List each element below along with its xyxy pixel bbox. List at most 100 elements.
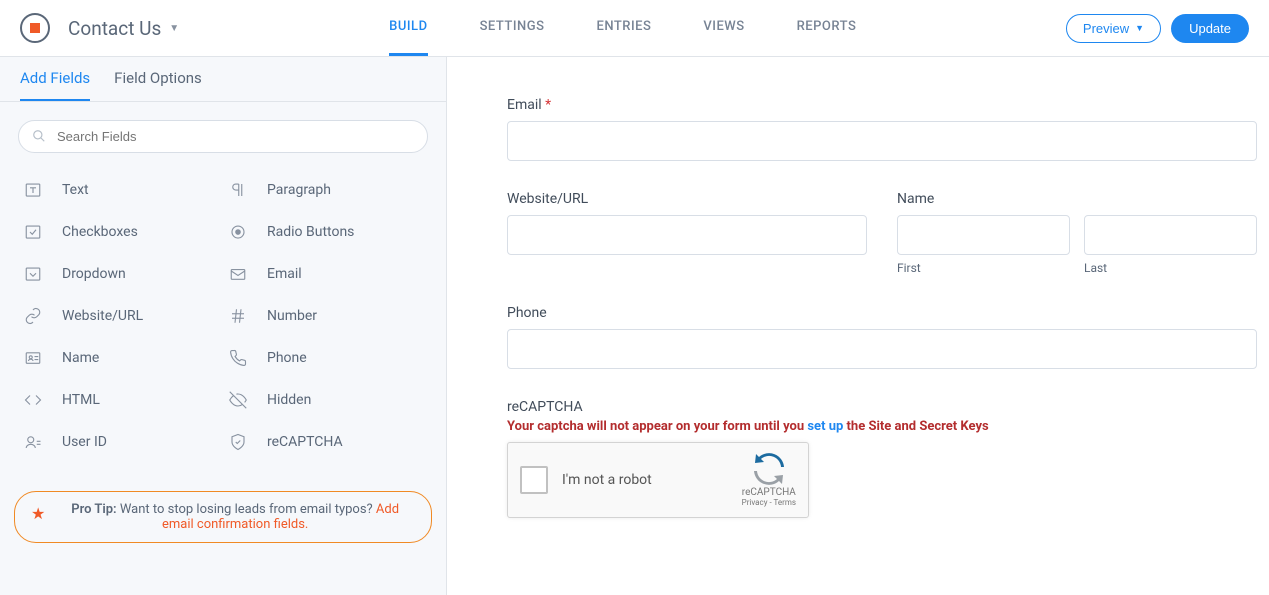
search-icon xyxy=(32,129,46,143)
checkbox-icon xyxy=(22,223,44,241)
pro-tip-text: Pro Tip: Want to stop losing leads from … xyxy=(55,502,415,532)
name-first-input[interactable] xyxy=(897,215,1070,255)
chevron-down-icon[interactable]: ▼ xyxy=(169,23,179,34)
field-label: Checkboxes xyxy=(62,224,138,240)
email-icon xyxy=(227,265,249,283)
form-canvas: Email * Website/URL Name First xyxy=(447,57,1269,595)
field-dropdown[interactable]: Dropdown xyxy=(18,253,223,295)
hidden-icon xyxy=(227,391,249,409)
form-field-website[interactable]: Website/URL xyxy=(507,191,867,275)
user-icon xyxy=(22,433,44,451)
search-input[interactable] xyxy=(18,120,428,153)
fields-grid: Text Paragraph Checkboxes Radio Buttons … xyxy=(0,163,446,469)
name-last-wrap: Last xyxy=(1084,215,1257,275)
form-field-phone[interactable]: Phone xyxy=(507,305,1259,369)
warning-text-after: the Site and Secret Keys xyxy=(843,419,988,434)
field-phone[interactable]: Phone xyxy=(223,337,428,379)
website-input[interactable] xyxy=(507,215,867,255)
field-recaptcha[interactable]: reCAPTCHA xyxy=(223,421,428,463)
email-input[interactable] xyxy=(507,121,1257,161)
recaptcha-brand: reCAPTCHA xyxy=(742,487,796,498)
shield-icon xyxy=(227,433,249,451)
header: Contact Us ▼ BUILD SETTINGS ENTRIES VIEW… xyxy=(0,0,1269,57)
required-mark: * xyxy=(545,97,551,113)
main: Add Fields Field Options Text Paragraph … xyxy=(0,57,1269,595)
phone-icon xyxy=(227,349,249,367)
field-label: Text xyxy=(62,182,89,198)
number-icon xyxy=(227,307,249,325)
phone-label: Phone xyxy=(507,305,1259,321)
field-row: Website/URL Name First Last xyxy=(507,191,1257,305)
dropdown-icon xyxy=(22,265,44,283)
field-label: Name xyxy=(62,350,99,366)
name-label: Name xyxy=(897,191,1257,207)
name-icon xyxy=(22,349,44,367)
sidebar: Add Fields Field Options Text Paragraph … xyxy=(0,57,447,595)
preview-label: Preview xyxy=(1083,21,1129,36)
app-logo[interactable] xyxy=(20,13,50,43)
label-text: Email xyxy=(507,97,542,113)
tab-add-fields[interactable]: Add Fields xyxy=(20,69,90,101)
nav-build[interactable]: BUILD xyxy=(389,0,427,56)
email-label: Email * xyxy=(507,97,1259,113)
field-label: HTML xyxy=(62,392,100,408)
field-label: Paragraph xyxy=(267,182,331,198)
search-wrap xyxy=(0,102,446,163)
name-group: First Last xyxy=(897,215,1257,275)
nav-entries[interactable]: ENTRIES xyxy=(596,0,651,56)
pro-tip-label: Pro Tip: xyxy=(71,502,116,517)
tab-field-options[interactable]: Field Options xyxy=(114,69,202,101)
field-userid[interactable]: User ID xyxy=(18,421,223,463)
field-radio[interactable]: Radio Buttons xyxy=(223,211,428,253)
field-name[interactable]: Name xyxy=(18,337,223,379)
nav-settings[interactable]: SETTINGS xyxy=(480,0,545,56)
header-actions: Preview ▼ Update xyxy=(1066,14,1249,43)
nav-reports[interactable]: REPORTS xyxy=(797,0,857,56)
field-label: Email xyxy=(267,266,302,282)
recaptcha-icon xyxy=(753,453,785,485)
recaptcha-warning: Your captcha will not appear on your for… xyxy=(507,419,1259,434)
field-number[interactable]: Number xyxy=(223,295,428,337)
field-label: Hidden xyxy=(267,392,311,408)
field-label: Radio Buttons xyxy=(267,224,354,240)
paragraph-icon xyxy=(227,181,249,199)
form-field-name[interactable]: Name First Last xyxy=(897,191,1257,275)
recaptcha-privacy[interactable]: Privacy - Terms xyxy=(742,498,796,507)
recaptcha-logo: reCAPTCHA Privacy - Terms xyxy=(742,453,796,507)
field-email[interactable]: Email xyxy=(223,253,428,295)
field-website[interactable]: Website/URL xyxy=(18,295,223,337)
name-first-wrap: First xyxy=(897,215,1070,275)
star-icon: ★ xyxy=(31,504,45,523)
field-html[interactable]: HTML xyxy=(18,379,223,421)
setup-link[interactable]: set up xyxy=(807,419,843,434)
recaptcha-text: I'm not a robot xyxy=(562,472,742,488)
sidebar-tabs: Add Fields Field Options xyxy=(0,57,446,102)
field-label: Website/URL xyxy=(62,308,143,324)
recaptcha-label: reCAPTCHA xyxy=(507,399,1259,415)
field-checkboxes[interactable]: Checkboxes xyxy=(18,211,223,253)
pro-tip: ★ Pro Tip: Want to stop losing leads fro… xyxy=(14,491,432,543)
chevron-down-icon: ▼ xyxy=(1135,23,1144,33)
link-icon xyxy=(22,307,44,325)
field-text[interactable]: Text xyxy=(18,169,223,211)
field-label: User ID xyxy=(62,434,107,450)
field-hidden[interactable]: Hidden xyxy=(223,379,428,421)
main-nav: BUILD SETTINGS ENTRIES VIEWS REPORTS xyxy=(389,0,856,56)
form-field-recaptcha[interactable]: reCAPTCHA Your captcha will not appear o… xyxy=(507,399,1259,518)
field-paragraph[interactable]: Paragraph xyxy=(223,169,428,211)
radio-icon xyxy=(227,223,249,241)
form-field-email[interactable]: Email * xyxy=(507,97,1259,161)
phone-input[interactable] xyxy=(507,329,1257,369)
form-title[interactable]: Contact Us xyxy=(68,17,161,40)
field-label: Dropdown xyxy=(62,266,126,282)
nav-views[interactable]: VIEWS xyxy=(703,0,744,56)
first-sublabel: First xyxy=(897,261,1070,275)
recaptcha-widget: I'm not a robot reCAPTCHA Privacy - Term… xyxy=(507,442,809,518)
update-button[interactable]: Update xyxy=(1171,14,1249,43)
html-icon xyxy=(22,391,44,409)
preview-button[interactable]: Preview ▼ xyxy=(1066,14,1161,43)
logo-icon xyxy=(30,23,40,33)
last-sublabel: Last xyxy=(1084,261,1257,275)
name-last-input[interactable] xyxy=(1084,215,1257,255)
recaptcha-checkbox[interactable] xyxy=(520,466,548,494)
